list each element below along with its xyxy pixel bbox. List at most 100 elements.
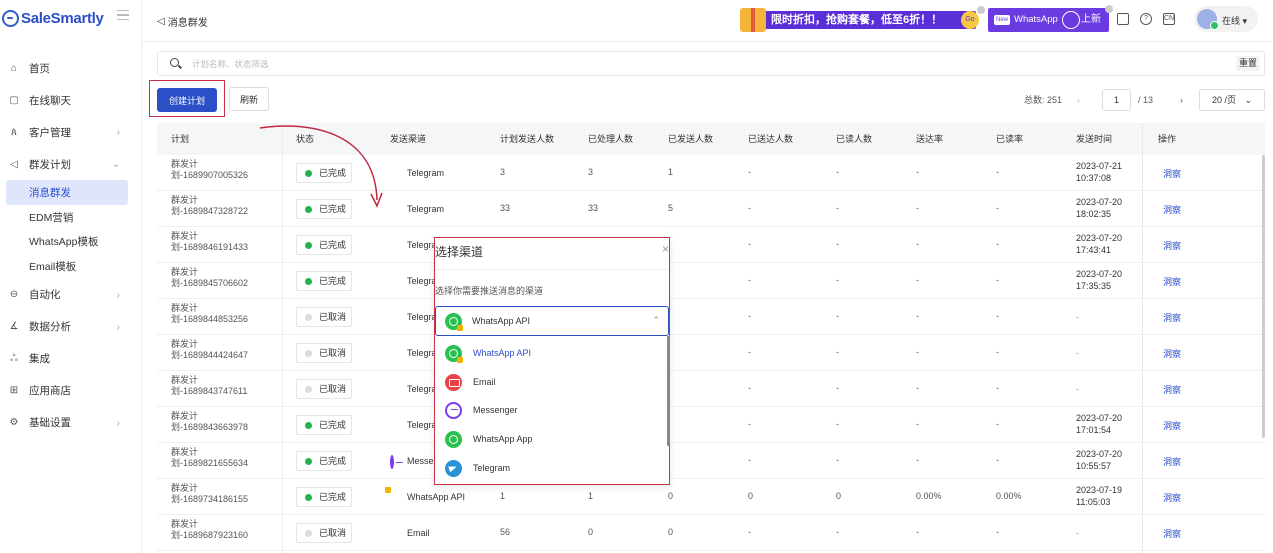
status-badge: 已完成	[296, 487, 352, 507]
table-cell: -	[916, 347, 919, 357]
promo-close-icon[interactable]	[977, 6, 985, 14]
search-bar: 重置	[157, 51, 1265, 76]
channel-option[interactable]: Telegram	[435, 455, 669, 483]
menu-collapse-icon[interactable]	[117, 10, 129, 20]
channel-option[interactable]: Email	[435, 369, 669, 397]
insight-link[interactable]: 洞察	[1163, 419, 1181, 432]
channel-option[interactable]: WhatsApp API	[435, 340, 669, 368]
sidebar-item[interactable]: ▢ 在线聊天	[0, 84, 142, 116]
send-time: 2023-07-20 17:01:54	[1076, 412, 1122, 436]
gift-icon	[740, 8, 766, 32]
sidebar-item-label: 首页	[29, 62, 50, 75]
insight-link[interactable]: 洞察	[1163, 383, 1181, 396]
insight-link[interactable]: 洞察	[1163, 203, 1181, 216]
status-dot	[305, 242, 312, 249]
insight-link[interactable]: 洞察	[1163, 347, 1181, 360]
sidebar-item[interactable]: ⊖ 自动化 ›	[0, 279, 142, 311]
help-icon[interactable]: ?	[1140, 13, 1152, 25]
table-row: 群发计 划-1689844853256 已取消 Telegram - - - - - 洞察	[157, 299, 1265, 335]
table-cell: -	[916, 203, 919, 213]
table-cell: -	[996, 527, 999, 537]
status-text: 已取消	[319, 528, 347, 538]
send-time: -	[1076, 311, 1079, 323]
status-dot	[305, 350, 312, 357]
send-clock: 11:05:03	[1076, 497, 1111, 507]
insight-link[interactable]: 洞察	[1163, 527, 1181, 540]
refresh-button[interactable]: 刷新	[229, 87, 269, 111]
status-text: 已完成	[319, 492, 347, 502]
insight-link[interactable]: 洞察	[1163, 455, 1181, 468]
column-header: 已读人数	[836, 134, 873, 144]
sidebar-item[interactable]: ஃ 集成	[0, 343, 142, 375]
channel-option[interactable]: WhatsApp App	[435, 426, 669, 454]
table-row: 群发计 划-1689843663978 已完成 Telegram - - - -2023-07…	[157, 407, 1265, 443]
table-cell: 1	[588, 491, 594, 501]
insight-link[interactable]: 洞察	[1163, 167, 1181, 180]
column-header: 计划发送人数	[500, 134, 555, 144]
sidebar-item[interactable]: ◁ 群发计划 ⌄	[0, 148, 142, 180]
promo-go-badge[interactable]: Go	[961, 11, 979, 29]
sidebar-item[interactable]: ⌂ 首页	[0, 52, 142, 84]
language-icon[interactable]: CN	[1163, 13, 1175, 25]
logo-icon	[2, 9, 19, 27]
status-text: 已取消	[319, 348, 347, 358]
whatsapp-new-banner[interactable]: New WhatsApp 上新	[988, 5, 1113, 32]
sidebar-subitem[interactable]: EDM营销	[6, 205, 128, 230]
insight-link[interactable]: 洞察	[1163, 275, 1181, 288]
chat-icon: ▢	[9, 94, 19, 106]
table-cell: -	[836, 239, 839, 249]
channel-cell: Messenger	[390, 455, 452, 469]
table-cell: -	[836, 527, 839, 537]
modal-description: 选择你需要推送消息的渠道	[435, 286, 544, 296]
status-dot	[305, 314, 312, 321]
logo[interactable]: SaleSmartly	[2, 8, 104, 28]
table-cell: -	[916, 527, 919, 537]
sidebar-subitem[interactable]: 消息群发	[6, 180, 128, 205]
plan-name-line: 群发计	[171, 519, 199, 529]
plan-name-line: 群发计	[171, 375, 199, 385]
next-page-button[interactable]: ›	[1180, 89, 1183, 111]
close-icon[interactable]: ×	[662, 242, 669, 256]
user-menu[interactable]: 在线 ▾	[1194, 6, 1258, 32]
insight-link[interactable]: 洞察	[1163, 239, 1181, 252]
home-icon: ⌂	[10, 62, 18, 74]
sidebar-item[interactable]: ጰ 客户管理 ›	[0, 116, 142, 148]
table-cell: -	[996, 167, 999, 177]
status-text: 已取消	[319, 384, 347, 394]
insight-link[interactable]: 洞察	[1163, 311, 1181, 324]
table-cell: -	[836, 383, 839, 393]
channel-options: WhatsApp API Email Messenger WhatsApp App Te…	[435, 340, 669, 486]
copy-icon[interactable]	[1117, 13, 1129, 25]
page-input[interactable]: 1	[1102, 89, 1131, 111]
new-badge: New	[994, 15, 1011, 25]
sidebar-item[interactable]: ⚙ 基础设置 ›	[0, 407, 142, 439]
chevron-down-icon: ⌄	[1244, 95, 1253, 105]
settings-icon: ⚙	[9, 417, 19, 429]
annotation-arrow	[259, 125, 383, 208]
sidebar-item[interactable]: ⊞ 应用商店	[0, 375, 142, 407]
channel-select[interactable]: WhatsApp API ⌃	[435, 306, 669, 336]
sidebar-item[interactable]: ∡ 数据分析 ›	[0, 311, 142, 343]
table-scrollbar[interactable]	[1262, 155, 1265, 438]
promo-banner[interactable]: 限时折扣，抢购套餐，低至6折！！ Go	[740, 6, 985, 32]
banner-close-icon[interactable]	[1105, 5, 1113, 13]
reset-button[interactable]: 重置	[1235, 56, 1260, 71]
insight-link[interactable]: 洞察	[1163, 491, 1181, 504]
table-cell: 33	[588, 203, 599, 213]
search-input[interactable]	[192, 56, 792, 72]
email-icon	[445, 373, 462, 391]
top-bar: ◁ 消息群发 限时折扣，抢购套餐，低至6折！！ Go New WhatsApp …	[142, 0, 1273, 42]
sidebar-subitem[interactable]: WhatsApp模板	[6, 229, 128, 254]
table-cell: -	[916, 419, 919, 429]
sidebar-item-label: 基础设置	[29, 417, 71, 430]
sidebar-subitem[interactable]: Email模板	[6, 254, 128, 279]
table-cell: 0	[836, 491, 842, 501]
dropdown-scrollbar[interactable]	[667, 336, 670, 446]
plan-id: 划-1689845706602	[171, 278, 249, 288]
prev-page-button[interactable]: ‹	[1077, 89, 1080, 111]
channel-option-label: Messenger	[473, 405, 518, 416]
sidebar-item-label: 集成	[29, 353, 50, 366]
create-plan-button[interactable]: 创建计划	[157, 88, 217, 112]
channel-option[interactable]: Messenger	[435, 397, 669, 425]
page-size-select[interactable]: 20 /页 ⌄	[1199, 89, 1265, 111]
